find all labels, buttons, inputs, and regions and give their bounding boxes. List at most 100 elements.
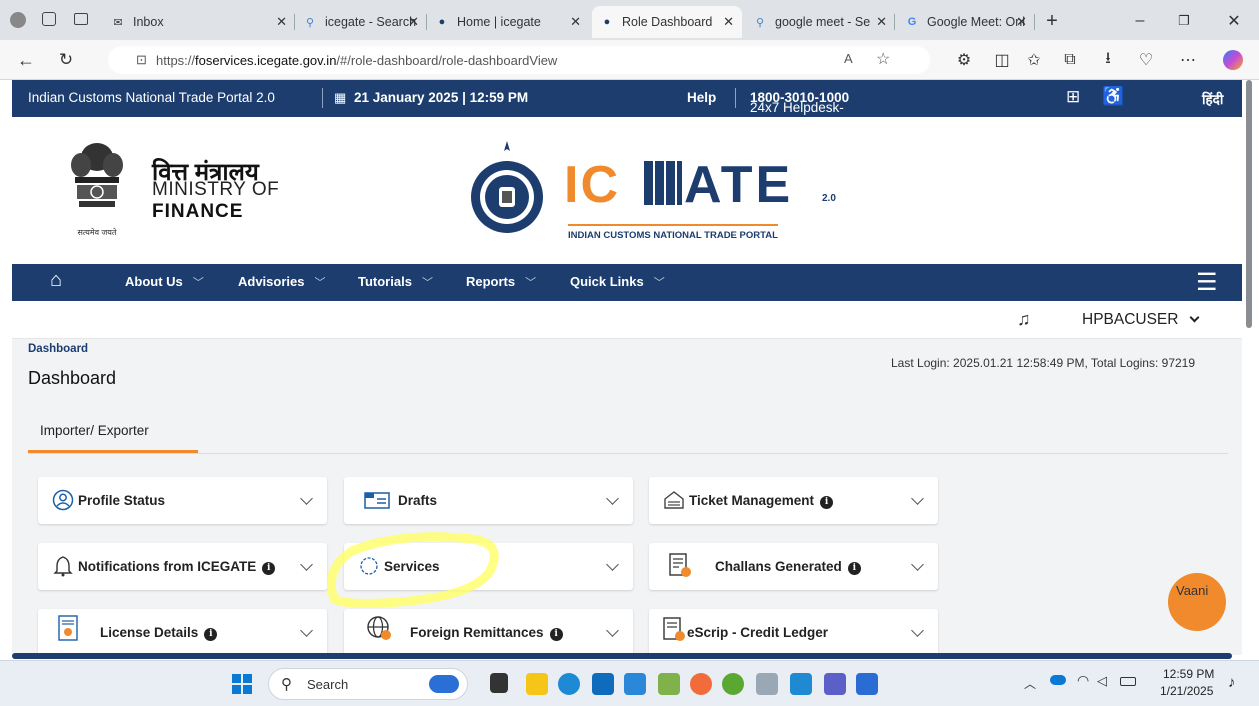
store-icon[interactable] — [624, 673, 646, 695]
favorites-icon[interactable]: ✩ — [1022, 48, 1046, 72]
url-text[interactable]: https://foservices.icegate.gov.in/#/role… — [156, 53, 557, 68]
word-icon[interactable] — [856, 673, 878, 695]
tab-inbox[interactable]: ✉ Inbox ✕ — [103, 6, 295, 38]
vertical-scrollbar[interactable] — [1246, 80, 1252, 328]
card-label: License Details i — [100, 625, 218, 641]
user-menu[interactable]: HPBACUSER — [1082, 311, 1200, 329]
home-icon[interactable]: ⌂ — [50, 269, 62, 292]
show-hidden-icons-icon[interactable]: ︿ — [1024, 675, 1036, 692]
paint-icon[interactable] — [658, 673, 680, 695]
new-tab-icon[interactable]: + — [1040, 9, 1064, 33]
close-window-icon[interactable]: ✕ — [1222, 9, 1246, 33]
card-escrip-credit-ledger[interactable]: eScrip - Credit Ledger — [649, 609, 938, 656]
close-tab-icon[interactable]: ✕ — [876, 14, 887, 30]
tab-label: Google Meet: Onl — [927, 15, 1025, 29]
browser-essentials-icon[interactable]: ♡ — [1134, 48, 1158, 72]
split-screen-icon[interactable]: ◫ — [990, 48, 1014, 72]
compass-app-icon[interactable] — [690, 673, 712, 695]
collections-icon[interactable]: ⧉ — [1058, 48, 1082, 72]
card-label: Foreign Remittances i — [410, 625, 563, 641]
database-app-icon[interactable] — [756, 673, 778, 695]
restore-icon[interactable]: ❐ — [1172, 9, 1196, 33]
clock-time[interactable]: 12:59 PM — [1163, 667, 1214, 681]
profile-icon[interactable] — [10, 12, 26, 28]
logo-flag-block-icon — [644, 161, 682, 205]
info-icon[interactable]: i — [549, 628, 563, 641]
accessibility-icon[interactable]: ♿ — [1102, 86, 1124, 107]
nav-advisories[interactable]: Advisories ﹀ — [238, 274, 325, 290]
wifi-icon[interactable]: ◠ — [1077, 672, 1089, 689]
card-ticket-management[interactable]: Ticket Management i — [649, 477, 938, 524]
help-link[interactable]: Help — [687, 90, 716, 105]
refresh-icon[interactable]: ↻ — [54, 48, 78, 72]
info-icon[interactable]: i — [262, 562, 276, 575]
teams-icon[interactable] — [824, 673, 846, 695]
chevron-down-icon — [911, 492, 924, 505]
info-icon[interactable]: i — [847, 562, 861, 575]
chevron-down-icon — [606, 624, 619, 637]
page-title: Dashboard — [28, 368, 117, 388]
address-bar[interactable]: ⊡ https://foservices.icegate.gov.in/#/ro… — [108, 46, 930, 74]
volume-icon[interactable]: ◁ — [1097, 673, 1107, 689]
edge-browser-icon[interactable] — [558, 673, 580, 695]
close-tab-icon[interactable]: ✕ — [570, 14, 581, 30]
windows-start-icon[interactable] — [232, 674, 252, 694]
nav-reports[interactable]: Reports ﹀ — [466, 274, 536, 290]
breadcrumb[interactable]: Dashboard — [28, 343, 88, 355]
minimize-icon[interactable]: – — [1128, 9, 1152, 33]
copilot-icon[interactable] — [1223, 50, 1243, 70]
card-license-details[interactable]: License Details i — [38, 609, 327, 656]
onedrive-icon[interactable] — [1050, 675, 1066, 685]
green-app-icon[interactable] — [722, 673, 744, 695]
workspaces-icon[interactable] — [42, 12, 56, 26]
favorite-star-icon[interactable]: ☆ — [876, 49, 890, 69]
notification-bell-icon[interactable]: ♪ — [1228, 674, 1236, 691]
nav-about-us[interactable]: About Us ﹀ — [125, 274, 204, 290]
main-nav: ⌂ About Us ﹀ Advisories ﹀ Tutorials ﹀ Repor… — [12, 264, 1242, 301]
vscode-icon[interactable] — [790, 673, 812, 695]
clock-date[interactable]: 1/21/2025 — [1160, 684, 1213, 698]
tab-importer-exporter[interactable]: Importer/ Exporter — [28, 411, 198, 453]
file-explorer-icon[interactable] — [526, 673, 548, 695]
tab-home-icegate[interactable]: ● Home | icegate ✕ — [427, 6, 589, 38]
card-challans-generated[interactable]: Challans Generated i — [649, 543, 938, 590]
horizontal-scrollbar[interactable] — [12, 653, 1232, 659]
downloads-icon[interactable]: ⭳ — [1096, 48, 1120, 72]
close-tab-icon[interactable]: ✕ — [723, 14, 734, 30]
close-tab-icon[interactable]: ✕ — [1016, 14, 1027, 30]
info-icon[interactable]: i — [820, 496, 834, 509]
hamburger-menu-icon[interactable]: ☰ — [1196, 268, 1218, 297]
tab-icegate-search[interactable]: ⚲ icegate - Search ✕ — [295, 6, 427, 38]
card-foreign-remittances[interactable]: Foreign Remittances i — [344, 609, 633, 656]
taskbar-search[interactable]: ⚲ Search — [268, 668, 468, 700]
tab-role-dashboard[interactable]: ● Role Dashboard ✕ — [592, 6, 742, 38]
last-login: Last Login: 2025.01.21 12:58:49 PM, Tota… — [891, 356, 1196, 370]
battery-icon[interactable] — [1120, 677, 1136, 686]
card-drafts[interactable]: Drafts — [344, 477, 633, 524]
card-notifications[interactable]: Notifications from ICEGATE i — [38, 543, 327, 590]
chevron-down-icon — [606, 492, 619, 505]
read-aloud-icon[interactable]: A — [844, 51, 853, 66]
info-icon[interactable]: i — [204, 628, 218, 641]
search-highlight-icon — [429, 675, 459, 693]
close-tab-icon[interactable]: ✕ — [276, 14, 287, 30]
hindi-language-link[interactable]: हिंदी — [1202, 90, 1223, 108]
sitemap-icon[interactable]: ⊞ — [1066, 87, 1080, 107]
nav-quick-links[interactable]: Quick Links ﹀ — [570, 274, 665, 290]
tab-google-meet[interactable]: G Google Meet: Onl ✕ — [897, 6, 1035, 38]
ledger-icon — [663, 617, 685, 641]
tab-actions-icon[interactable] — [74, 13, 88, 25]
icegate-icon: ● — [603, 16, 611, 28]
close-tab-icon[interactable]: ✕ — [408, 14, 419, 30]
tab-google-meet-search[interactable]: ⚲ google meet - Se ✕ — [745, 6, 895, 38]
card-profile-status[interactable]: Profile Status — [38, 477, 327, 524]
more-options-icon[interactable]: ⋯ — [1176, 48, 1200, 72]
chatbot-button[interactable]: Vaani — [1168, 573, 1226, 631]
search-placeholder: Search — [307, 677, 349, 692]
nav-tutorials[interactable]: Tutorials ﹀ — [358, 274, 433, 290]
notification-bell-icon[interactable]: ♫ — [1017, 309, 1031, 330]
back-icon[interactable]: ← — [14, 48, 38, 72]
outlook-icon[interactable] — [592, 673, 614, 695]
extensions-icon[interactable]: ⚙ — [952, 48, 976, 72]
task-view-icon[interactable] — [490, 673, 508, 693]
